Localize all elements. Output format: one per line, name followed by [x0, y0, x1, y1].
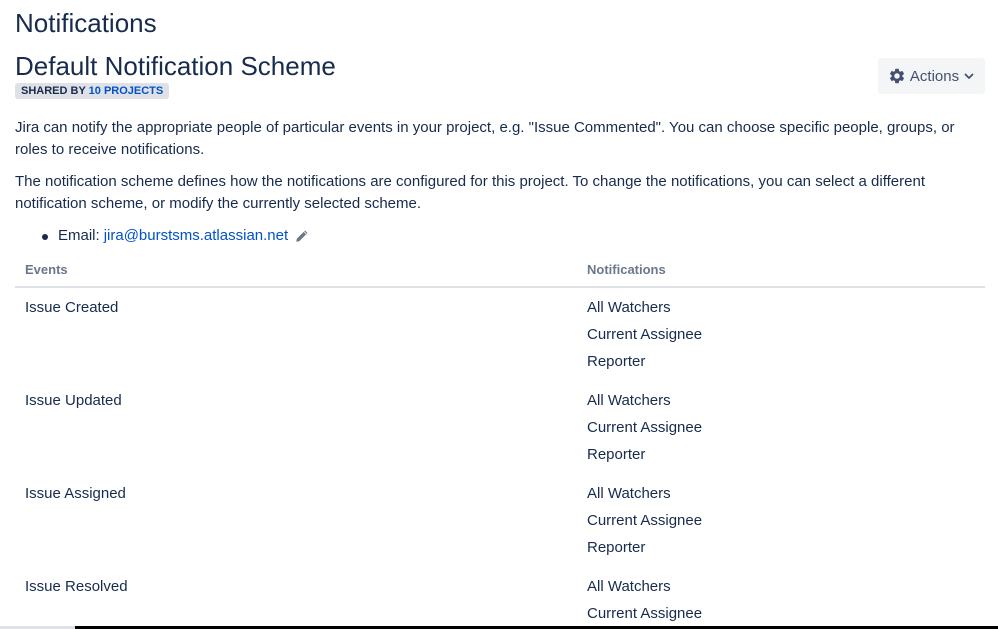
email-item: Email: jira@burstsms.atlassian.net [15, 225, 309, 247]
actions-button[interactable]: Actions [878, 58, 985, 94]
notification-recipient: All Watchers [587, 578, 671, 595]
shared-projects-link[interactable]: 10 PROJECTS [89, 85, 164, 97]
shared-by-badge: SHARED BY 10 PROJECTS [15, 83, 170, 99]
notification-recipient: Current Assignee [587, 512, 703, 529]
table-row: Issue Resolved All Watchers Current Assi… [15, 567, 985, 629]
table-row: Issue Updated All Watchers Current Assig… [15, 381, 985, 474]
notification-recipient: Current Assignee [587, 419, 703, 436]
table-row: Issue Created All Watchers Current Assig… [15, 288, 985, 381]
notification-recipient-list: All Watchers Current Assignee Reporter [587, 298, 702, 379]
page-heading: Notifications [15, 8, 157, 38]
notification-recipient: Current Assignee [587, 326, 703, 343]
events-column-header: Events [25, 262, 68, 277]
notifications-column-header: Notifications [587, 262, 666, 277]
scheme-title: Default Notification Scheme [15, 51, 336, 81]
event-name: Issue Assigned [25, 485, 126, 502]
notification-recipient: All Watchers [587, 392, 671, 409]
event-name: Issue Resolved [25, 578, 128, 595]
chevron-down-icon [963, 70, 975, 82]
notifications-page: Notifications Default Notification Schem… [0, 0, 998, 629]
notification-recipient: All Watchers [587, 299, 671, 316]
notifications-table-header: Events Notifications [15, 258, 985, 288]
table-row: Issue Assigned All Watchers Current Assi… [15, 474, 985, 567]
event-name: Issue Updated [25, 392, 122, 409]
email-address-link[interactable]: jira@burstsms.atlassian.net [104, 225, 288, 247]
notification-recipient: All Watchers [587, 485, 671, 502]
description-paragraph-1: Jira can notify the appropriate people o… [15, 119, 955, 158]
actions-label: Actions [909, 67, 960, 85]
event-name: Issue Created [25, 299, 119, 316]
pencil-icon[interactable] [294, 229, 309, 244]
description-paragraph-2: The notification scheme defines how the … [15, 173, 925, 212]
notification-recipient-list: All Watchers Current Assignee Reporter [587, 391, 702, 472]
notifications-table-body: Issue Created All Watchers Current Assig… [15, 288, 985, 629]
gear-icon [888, 67, 906, 85]
notification-recipient: Reporter [587, 353, 646, 370]
notification-recipient: Reporter [587, 539, 646, 556]
email-list: Email: jira@burstsms.atlassian.net [15, 225, 309, 247]
notification-recipient-list: All Watchers Current Assignee Reporter [587, 484, 702, 565]
notification-recipient: Reporter [587, 446, 646, 463]
email-label: Email: [58, 227, 100, 244]
notification-recipient-list: All Watchers Current Assignee [587, 577, 702, 629]
shared-by-label: SHARED BY [21, 85, 86, 97]
